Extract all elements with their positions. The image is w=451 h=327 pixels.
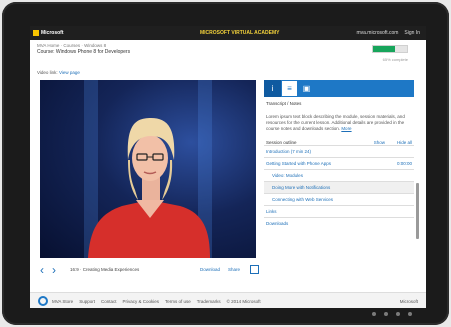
- footer-link[interactable]: Terms of use: [165, 299, 191, 304]
- panel-section-title: Transcript / Notes: [266, 101, 302, 106]
- show-link[interactable]: Show: [374, 140, 385, 145]
- video-player[interactable]: [40, 80, 256, 258]
- share-link[interactable]: Share: [228, 267, 240, 272]
- progress-caption: 65% complete: [382, 57, 408, 62]
- outline-item-label: Getting Started with Phone Apps: [266, 161, 332, 166]
- chevron-left-icon[interactable]: ‹: [40, 264, 44, 276]
- outline-subitem-selected[interactable]: Doing More with Notifications: [264, 181, 414, 193]
- brand-name: Microsoft: [41, 30, 64, 36]
- footer-brand: Microsoft: [399, 298, 418, 304]
- device-frame: Microsoft MICROSOFT VIRTUAL ACADEMY mva.…: [2, 2, 449, 325]
- indicator-dot: [372, 312, 376, 316]
- brand-logo[interactable]: Microsoft: [33, 30, 64, 36]
- hide-all-link[interactable]: Hide all: [397, 140, 412, 145]
- progress-fill: [373, 46, 396, 52]
- outline-item-label: Video: Modules: [272, 173, 303, 178]
- breadcrumb[interactable]: MVA Home · Courses · Windows 8: [37, 43, 106, 48]
- footer: MVA Store Support Contact Privacy & Cook…: [30, 292, 426, 308]
- footer-links: MVA Store Support Contact Privacy & Cook…: [52, 299, 261, 304]
- footer-link[interactable]: Trademarks: [197, 299, 221, 304]
- course-progress-bar: [372, 45, 408, 53]
- topbar-center-title: MICROSOFT VIRTUAL ACADEMY: [200, 30, 280, 36]
- outline-subitem[interactable]: Connecting with Web Services: [264, 193, 414, 205]
- indicator-dot: [384, 312, 388, 316]
- downloads-item[interactable]: Downloads: [264, 217, 414, 229]
- tab-list[interactable]: ≡: [281, 80, 298, 97]
- screen: Microsoft MICROSOFT VIRTUAL ACADEMY mva.…: [30, 26, 426, 308]
- panel-description: Lorem ipsum text block describing the mo…: [264, 114, 414, 132]
- video-caption: 16:9 · Creating Media Experiences: [70, 267, 140, 272]
- outline-links: Show Hide all: [374, 140, 412, 145]
- panel-scrollbar[interactable]: [416, 183, 419, 239]
- footer-link[interactable]: Support: [79, 299, 95, 304]
- outline-item-label: Links: [266, 209, 277, 214]
- sign-in-link[interactable]: Sign In: [404, 30, 420, 36]
- device-indicator-dots: [372, 312, 412, 316]
- outline-item-label: Introduction (7 min 24): [266, 149, 312, 154]
- chevron-right-icon[interactable]: ›: [52, 264, 56, 276]
- popout-icon[interactable]: [250, 265, 259, 274]
- footer-link[interactable]: Privacy & Cookies: [122, 299, 159, 304]
- outline-item-meta: 0:00:00: [396, 161, 412, 166]
- outline-item-label: Doing More with Notifications: [272, 185, 331, 190]
- outline-subitem[interactable]: Video: Modules: [264, 169, 414, 181]
- indicator-dot: [408, 312, 412, 316]
- logo-square: [33, 30, 39, 36]
- top-bar: Microsoft MICROSOFT VIRTUAL ACADEMY mva.…: [30, 26, 426, 40]
- outline-item[interactable]: Introduction (7 min 24): [264, 145, 414, 157]
- video-controls: ‹ › 16:9 · Creating Media Experiences Do…: [40, 264, 260, 276]
- footer-link[interactable]: MVA Store: [52, 299, 73, 304]
- site-link[interactable]: mva.microsoft.com: [356, 30, 398, 36]
- footer-link[interactable]: Contact: [101, 299, 117, 304]
- indicator-dot: [396, 312, 400, 316]
- subtitle-link[interactable]: View page: [59, 70, 80, 75]
- download-link[interactable]: Download: [200, 267, 220, 272]
- subtitle-prefix: Video link:: [37, 70, 58, 75]
- outline-item-label: Downloads: [266, 221, 289, 226]
- panel-tabs: i ≡ ▣: [264, 80, 414, 97]
- subtitle-line: Video link: View page: [37, 70, 80, 75]
- page-title: Course: Windows Phone 8 for Developers: [37, 49, 131, 55]
- tab-media[interactable]: ▣: [298, 80, 315, 97]
- tab-info[interactable]: i: [264, 80, 281, 97]
- description-more-link[interactable]: More: [341, 126, 351, 131]
- outline-title: Session outline: [266, 140, 297, 145]
- description-text: Lorem ipsum text block describing the mo…: [266, 114, 405, 131]
- outline-item[interactable]: Getting Started with Phone Apps 0:00:00: [264, 157, 414, 169]
- footer-link[interactable]: © 2014 Microsoft: [227, 299, 261, 304]
- footer-logo-icon: [38, 296, 48, 306]
- links-item[interactable]: Links: [264, 205, 414, 217]
- side-panel: i ≡ ▣ Transcript / Notes Lorem ipsum tex…: [264, 80, 419, 296]
- topbar-right: mva.microsoft.com Sign In: [356, 30, 420, 36]
- outline-item-label: Connecting with Web Services: [272, 197, 333, 202]
- presenter-illustration: [88, 118, 210, 258]
